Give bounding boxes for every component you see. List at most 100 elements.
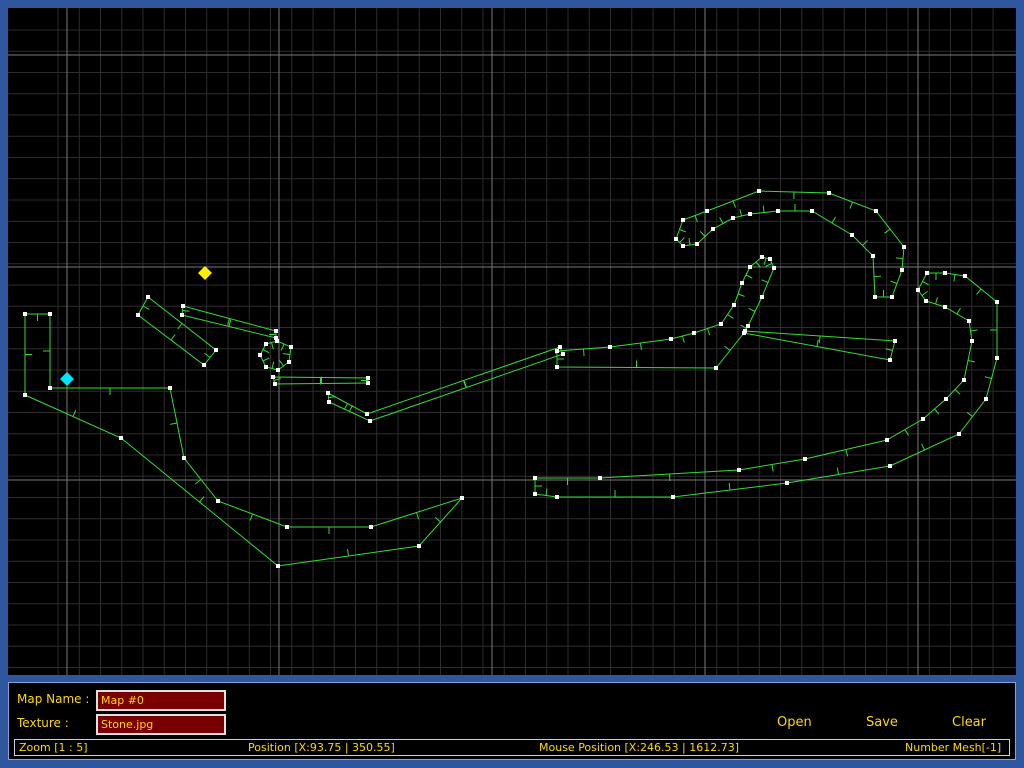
edge-normal-tick [732,200,736,208]
edge-normal-tick [895,257,904,259]
mesh-vertex [732,303,736,307]
edge-normal-tick [719,217,724,224]
mesh-vertex [873,295,877,299]
mesh-vertex [921,417,925,421]
map-svg[interactable] [8,8,1016,675]
mesh-vertex [957,432,961,436]
edge-normal-tick [727,314,734,319]
mesh-vertex [916,288,920,292]
mesh-vertex [900,268,904,272]
mesh-vertex [555,349,559,353]
edge-normal-tick [583,348,585,357]
edge-normal-tick [262,349,270,354]
mesh-vertex [368,419,372,423]
mesh-vertex [748,212,752,216]
mesh-vertex [760,295,764,299]
edge-normal-tick [271,361,275,369]
mesh-vertex [984,397,988,401]
mesh-vertex [366,381,370,385]
edge-normal-tick [935,297,939,305]
edge-normal-tick [836,467,839,475]
mesh-vertex [772,266,776,270]
mesh-vertex [681,218,685,222]
mesh-count-readout: Number Mesh[-1] [905,741,1002,754]
status-bar: Zoom [1 : 5] Position [X:93.75 | 350.55]… [14,739,1010,756]
edge-normal-tick [771,464,774,472]
mesh-vertex [561,352,565,356]
mesh-vertex [669,337,673,341]
mesh-vertex [995,300,999,304]
mesh-vertex [803,457,807,461]
edge-normal-tick [273,378,281,381]
open-button[interactable]: Open [777,715,812,730]
mesh-vertex [768,257,772,261]
zoom-readout: Zoom [1 : 5] [19,741,88,754]
mesh-polygon [327,346,564,422]
mesh-vertex [136,313,140,317]
mesh-vertex [962,378,966,382]
edge-normal-tick [282,353,291,355]
mesh-vertex [925,271,929,275]
mesh-vertex [924,299,928,303]
mesh-vertex [760,255,764,259]
edge-normal-tick [737,293,745,297]
texture-label: Texture : [17,716,69,730]
save-button[interactable]: Save [866,715,898,730]
mesh-vertex [273,382,277,386]
edge-normal-tick [262,357,270,362]
mesh-vertex [23,393,27,397]
edge-normal-tick [934,408,940,415]
edge-normal-tick [347,548,349,557]
edge-normal-tick [984,376,992,379]
edge-normal-tick [831,216,837,224]
mesh-vertex [168,386,172,390]
mesh-vertex [180,313,184,317]
mesh-vertex [740,281,744,285]
mesh-vertex [276,564,280,568]
mesh-vertex [737,468,741,472]
map-name-field[interactable]: Map #0 [96,690,226,711]
mesh-polygon [24,313,464,567]
mesh-vertex [746,324,750,328]
mesh-vertex [417,544,421,548]
mesh-vertex [285,525,289,529]
edge-normal-tick [416,512,420,520]
mesh-vertex [776,209,780,213]
mesh-vertex [742,331,746,335]
mesh-vertex [757,189,761,193]
mesh-vertex [369,525,373,529]
mesh-vertex [555,365,559,369]
mesh-vertex [555,495,559,499]
mesh-vertex [182,456,186,460]
texture-field[interactable]: Stone.jpg [96,714,226,735]
mouse-position-readout: Mouse Position [X:246.53 | 1612.73] [539,741,740,754]
mesh-vertex [48,386,52,390]
mesh-vertex [967,319,971,323]
edge-normal-tick [739,209,742,217]
mesh-vertex [785,481,789,485]
mesh-vertex [970,339,974,343]
edge-normal-tick [177,323,183,330]
mesh-vertex [119,436,123,440]
mesh-vertex [705,209,709,213]
edge-normal-tick [849,201,853,209]
edge-normal-tick [170,422,178,425]
mesh-vertex [271,375,275,379]
mesh-vertex [276,368,280,372]
mesh-vertex [533,476,537,480]
mesh-vertex [326,391,330,395]
mesh-vertex [287,360,291,364]
map-canvas[interactable] [8,8,1016,675]
mesh-vertex [731,216,735,220]
start-marker-diamond [198,266,212,280]
edge-normal-tick [682,335,685,343]
mesh-vertex [460,496,464,500]
mesh-vertex [944,397,948,401]
mesh-vertex [533,492,537,496]
mesh-vertex [275,339,279,343]
edge-normal-tick [72,409,77,417]
clear-button[interactable]: Clear [952,715,986,730]
edge-normal-tick [679,229,687,233]
edge-normal-tick [343,403,348,410]
mesh-vertex [48,312,52,316]
